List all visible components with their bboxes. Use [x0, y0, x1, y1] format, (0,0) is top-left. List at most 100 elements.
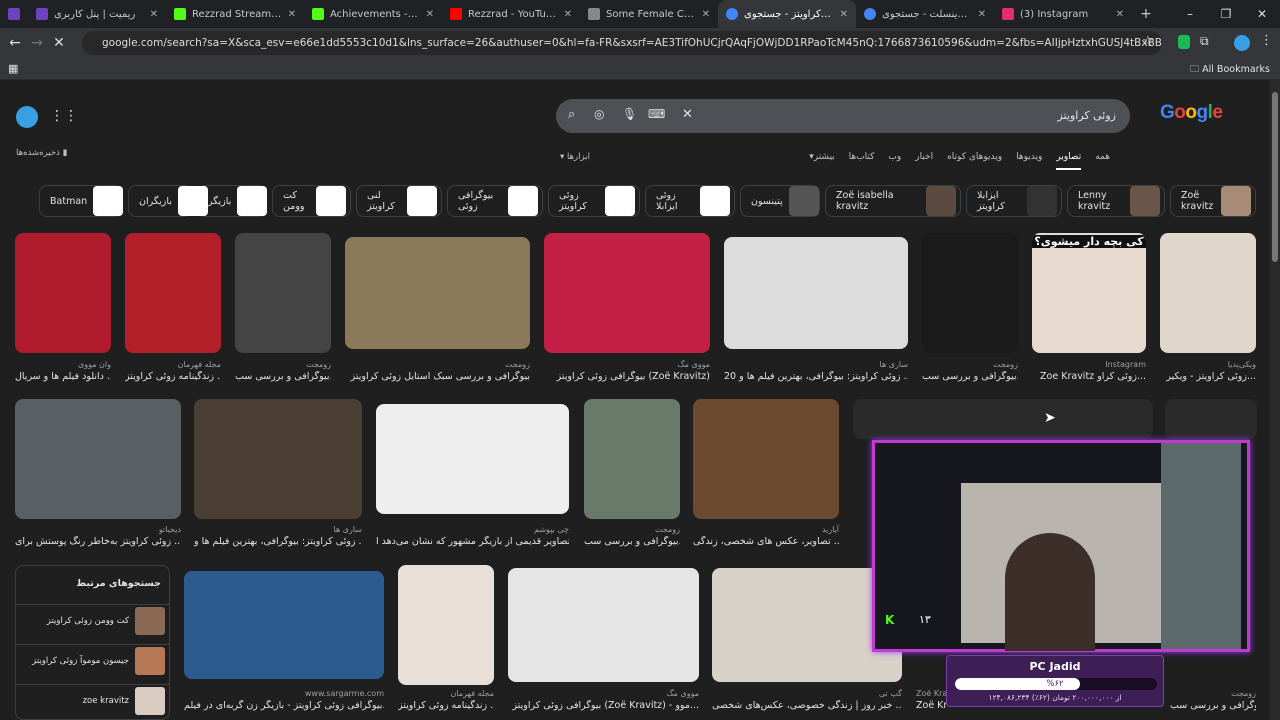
account-avatar[interactable]: [16, 106, 38, 128]
result-source[interactable]: وان مووی: [15, 360, 111, 369]
chip-8[interactable]: لنی کراویتز: [356, 185, 442, 217]
result-caption[interactable]: بیوگرافی زوئی کراویتز - بازیگر زن گربه‌ا…: [184, 700, 384, 711]
tab-4[interactable]: Some Female Celebs ✕: [580, 0, 718, 28]
result-caption[interactable]: بیوگرافی زوئی کراویتز (Zoë Kravitz) - مو…: [508, 700, 699, 711]
close-icon[interactable]: ✕: [978, 9, 986, 20]
close-icon[interactable]: ✕: [426, 9, 434, 20]
result-source[interactable]: گپ تی: [712, 689, 902, 698]
result-caption[interactable]: بیوگرافی زوئی کراویتز (Zoë Kravitz): [544, 371, 710, 382]
chip-11[interactable]: بازیگران: [128, 185, 208, 217]
chip-2[interactable]: ایزابلا کراویتز: [966, 185, 1062, 217]
chip-9[interactable]: کت وومن: [272, 185, 351, 217]
tab-6[interactable]: گیت وینسلت - جستجوی ✕: [856, 0, 994, 28]
result-source[interactable]: زومجت: [1170, 689, 1256, 698]
search-icon[interactable]: ⌕: [568, 107, 575, 122]
related-item[interactable]: کت وومن زوئی کراویتز: [16, 604, 169, 636]
image-result[interactable]: [508, 568, 699, 682]
image-result[interactable]: [15, 399, 181, 519]
reload-icon[interactable]: ✕: [48, 35, 70, 51]
image-result[interactable]: [15, 233, 111, 353]
tab-news[interactable]: اخبار: [915, 152, 933, 170]
chip-7[interactable]: بیوگرافی زوئی: [447, 185, 543, 217]
result-source[interactable]: ساری ها: [194, 525, 362, 534]
forward-icon[interactable]: →: [26, 35, 48, 51]
result-source[interactable]: Instagram: [1032, 360, 1146, 369]
result-source[interactable]: مووی مگ: [508, 689, 699, 698]
tab-web[interactable]: وب: [888, 152, 901, 170]
close-window-icon[interactable]: ✕: [1244, 7, 1280, 21]
image-result[interactable]: [853, 399, 1153, 439]
result-caption[interactable]: زوئی کراویتز - ویکیر...: [1160, 371, 1256, 382]
result-source[interactable]: زومجت: [584, 525, 680, 534]
tab-7[interactable]: (3) Instagram ✕: [994, 0, 1132, 28]
result-source[interactable]: مجله فهرمان: [398, 689, 494, 698]
result-caption[interactable]: بیوگرافی و بررسی سب...: [1170, 700, 1256, 711]
result-caption[interactable]: زوئی کراویتز به‌خاطر رنگ پوستش برای ...: [15, 536, 181, 547]
tab-images[interactable]: تصاویر: [1056, 152, 1082, 170]
minimize-icon[interactable]: –: [1172, 7, 1208, 21]
tab-3[interactable]: Rezzrad - YouTube ✕: [442, 0, 580, 28]
result-source[interactable]: مووی مگ: [544, 360, 710, 369]
tab-5[interactable]: زوئی کراویتز - جستجوی ✕: [718, 0, 856, 28]
image-result[interactable]: [693, 399, 839, 519]
tools-button[interactable]: ▾ ابزارها: [560, 152, 590, 162]
result-caption[interactable]: Zoë Kra...: [916, 700, 946, 711]
close-icon[interactable]: ✕: [150, 9, 158, 20]
profile-avatar[interactable]: [1234, 35, 1250, 51]
menu-icon[interactable]: ⋮: [1260, 33, 1273, 48]
result-source[interactable]: چی بپوشم: [376, 525, 569, 534]
result-caption[interactable]: بیوگرافی و بررسی سب...: [235, 371, 331, 382]
extension-icon[interactable]: [1178, 35, 1190, 49]
chip-6[interactable]: زوئی کراویتز: [548, 185, 640, 217]
all-bookmarks[interactable]: 🗀 All Bookmarks: [1190, 62, 1270, 78]
apps-grid-icon[interactable]: ▦: [8, 62, 18, 75]
result-caption[interactable]: زوئی کراویتز: بیوگرافی، بهترین فیلم ها و…: [724, 371, 908, 382]
star-icon[interactable]: ☆: [1142, 34, 1154, 49]
puzzle-icon[interactable]: ⧉: [1200, 34, 1209, 49]
google-logo[interactable]: Google: [1160, 102, 1223, 124]
scrollbar-thumb[interactable]: [1272, 92, 1278, 262]
result-source[interactable]: ساری ها: [724, 360, 908, 369]
chip-0[interactable]: Zoë kravitz: [1170, 185, 1256, 217]
close-icon[interactable]: ✕: [1116, 9, 1124, 20]
close-icon[interactable]: ✕: [840, 9, 848, 20]
saved-link[interactable]: ذخیره‌شده‌ها ▮: [16, 148, 67, 158]
result-source[interactable]: زومجت: [235, 360, 331, 369]
related-item[interactable]: جیسون موموآ زوئی کراویتز: [16, 644, 169, 676]
tab-2[interactable]: Achievements - Kick Dash ✕: [304, 0, 442, 28]
result-caption[interactable]: زندگینامه زوئی کراویتز ...: [398, 700, 494, 711]
image-result[interactable]: [1165, 399, 1257, 439]
keyboard-icon[interactable]: ⌨: [648, 107, 665, 121]
image-result[interactable]: [544, 233, 710, 353]
image-result[interactable]: [125, 233, 221, 353]
image-result[interactable]: [922, 233, 1018, 353]
image-result[interactable]: [376, 404, 569, 514]
image-result[interactable]: [1160, 233, 1256, 353]
result-caption[interactable]: بیوگرافی و بررسی سبک استایل زوئی کراویتز: [345, 371, 530, 382]
chip-12[interactable]: Batman: [39, 185, 124, 217]
image-result[interactable]: [398, 565, 494, 685]
back-icon[interactable]: ←: [4, 35, 26, 51]
tab-0[interactable]: ریمیت | پنل کاربری ✕: [28, 0, 166, 28]
image-result[interactable]: [194, 399, 362, 519]
result-source[interactable]: زومجت: [345, 360, 530, 369]
chip-5[interactable]: زوئی ایزابلا: [645, 185, 735, 217]
maximize-icon[interactable]: ❐: [1208, 7, 1244, 21]
result-caption[interactable]: تصاویر قدیمی از بازیگر مشهور که نشان می‌…: [376, 536, 569, 547]
page-scrollbar[interactable]: [1270, 80, 1280, 720]
tab-books[interactable]: کتاب‌ها: [849, 152, 875, 170]
apps-icon[interactable]: ⋮⋮: [50, 108, 78, 124]
tab-search-icon[interactable]: [0, 0, 28, 28]
result-source[interactable]: www.sargarme.com: [184, 689, 384, 698]
result-source[interactable]: Zoë Kra: [916, 689, 947, 698]
result-caption[interactable]: زندگینامه زوئی کراویتز ...: [125, 371, 221, 382]
tab-all[interactable]: همه: [1095, 152, 1110, 170]
result-caption[interactable]: بیوگرافی و بررسی سب...: [922, 371, 1018, 382]
mic-icon[interactable]: 🎙: [622, 107, 637, 121]
tab-short-videos[interactable]: ویدیوهای کوتاه: [947, 152, 1002, 170]
image-result[interactable]: [235, 233, 331, 353]
chip-3[interactable]: Zoë isabella kravitz: [825, 185, 961, 217]
result-caption[interactable]: خبر روز | زندگی خصوصی، عکس‌های شخصی ...: [712, 700, 902, 711]
clear-icon[interactable]: ✕: [682, 107, 693, 122]
result-source[interactable]: دیجیاتو: [15, 525, 181, 534]
